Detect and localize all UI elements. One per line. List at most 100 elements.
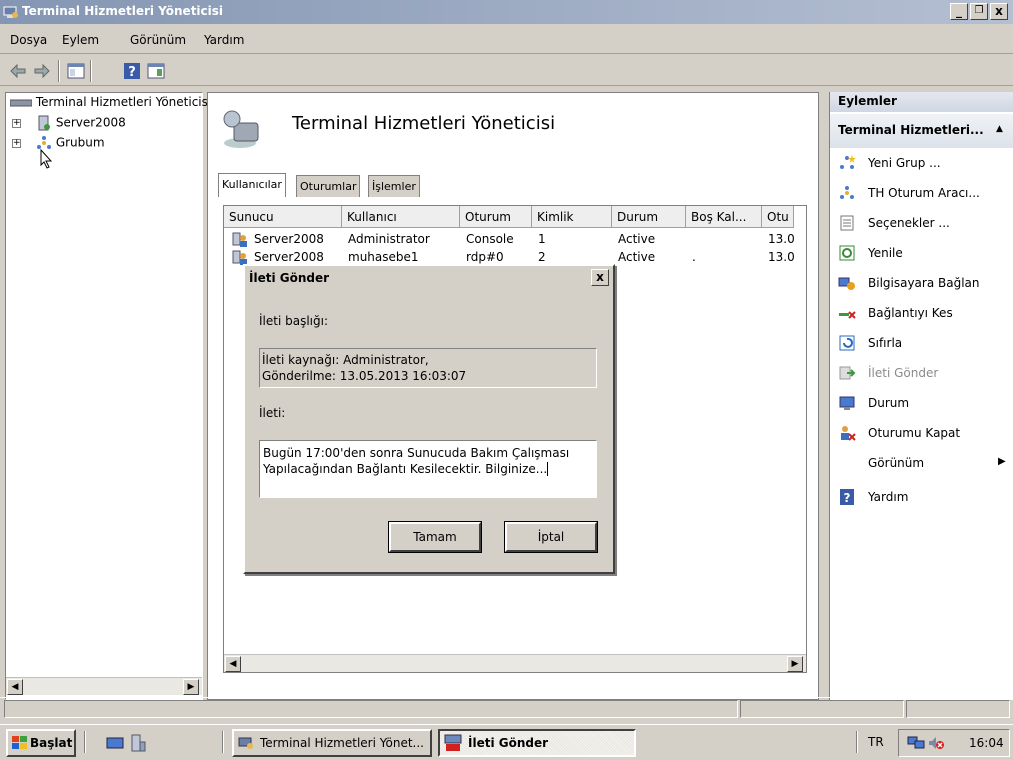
options-icon (840, 215, 854, 231)
column-header-kullanici[interactable]: Kullanıcı (342, 206, 460, 228)
cell-bos-kalma: . (692, 250, 696, 264)
task-label: İleti Gönder (468, 736, 549, 750)
tab-oturumlar[interactable]: Oturumlar (296, 175, 361, 197)
actions-header: Eylemler (830, 92, 1013, 112)
back-arrow-icon[interactable] (8, 61, 28, 81)
tree-item-label: Grubum (55, 135, 105, 150)
cell-durum: Active (618, 232, 656, 246)
submenu-arrow-icon: ▶ (998, 456, 1006, 467)
task-send-message[interactable]: İleti Gönder (438, 729, 636, 757)
minimize-button[interactable]: _ (950, 3, 968, 20)
message-textarea[interactable]: Bugün 17:00'den sonra Sunucuda Bakım Çal… (259, 440, 597, 498)
action-label: İleti Gönder (868, 366, 939, 380)
scroll-right-icon[interactable]: ▶ (787, 656, 803, 672)
cell-sunucu: Server2008 (254, 232, 324, 246)
status-bar (0, 697, 1013, 721)
action-label: TH Oturum Aracı... (868, 186, 980, 200)
refresh-icon (839, 245, 855, 261)
forward-arrow-icon[interactable] (32, 61, 52, 81)
send-message-dialog-icon (444, 734, 462, 751)
expand-icon[interactable]: + (12, 139, 21, 148)
tree-item-server2008[interactable]: Server2008 (36, 115, 126, 133)
page-title: Terminal Hizmetleri Yöneticisi (292, 113, 556, 134)
send-message-dialog[interactable]: İleti Gönder x İleti başlığı: İleti kayn… (243, 264, 615, 574)
taskbar-separator (84, 731, 86, 753)
dialog-title: İleti Gönder (249, 271, 330, 285)
volume-muted-icon[interactable] (927, 735, 945, 751)
text-caret (547, 462, 549, 476)
toolbar-separator (58, 60, 60, 82)
table-row[interactable]: Server2008 Administrator Console 1 Activ… (224, 230, 794, 248)
tree-horizontal-scrollbar[interactable]: ◀ ▶ (6, 677, 202, 695)
window-title-bar[interactable]: Terminal Hizmetleri Yöneticisi _ ❐ x (0, 0, 1013, 24)
column-header-kimlik[interactable]: Kimlik (532, 206, 612, 228)
windows-logo-icon (12, 736, 27, 749)
action-label: Görünüm (868, 456, 925, 470)
help-icon[interactable]: ? (122, 61, 142, 81)
server-manager-icon[interactable] (130, 734, 146, 752)
start-label: Başlat (30, 736, 73, 750)
task-label: Terminal Hizmetleri Yönet... (260, 736, 424, 750)
show-hide-action-pane-icon[interactable] (146, 61, 166, 81)
expand-icon[interactable]: + (12, 119, 21, 128)
scroll-left-icon[interactable]: ◀ (225, 656, 241, 672)
svg-text:?: ? (844, 491, 851, 505)
scroll-right-icon[interactable]: ▶ (183, 679, 199, 695)
message-line-2: Yapılacağından Bağlantı Kesilecektir. Bi… (263, 462, 548, 476)
start-button[interactable]: Başlat (6, 729, 76, 757)
cell-kimlik: 2 (538, 250, 546, 264)
actions-section-header[interactable]: Terminal Hizmetleri... ▲ (830, 114, 1013, 148)
menu-yardim[interactable]: Yardım (204, 33, 244, 47)
cell-kullanici: muhasebe1 (348, 250, 419, 264)
list-horizontal-scrollbar[interactable]: ◀ ▶ (224, 654, 806, 672)
tree-item-label: Server2008 (55, 115, 126, 130)
status-icon (839, 396, 855, 410)
column-header-durum[interactable]: Durum (612, 206, 686, 228)
toolbar: ? (0, 56, 1013, 86)
terminal-services-icon (238, 737, 253, 749)
maximize-button[interactable]: ❐ (970, 3, 988, 20)
logoff-icon (841, 426, 856, 441)
cancel-button[interactable]: İptal (504, 521, 598, 553)
tree-root[interactable]: Terminal Hizmetleri Yöneticisi (10, 95, 211, 113)
tree-root-label: Terminal Hizmetleri Yöneticisi (35, 95, 212, 109)
task-terminal-services-manager[interactable]: Terminal Hizmetleri Yönet... (232, 729, 432, 757)
column-header-sunucu[interactable]: Sunucu (224, 206, 342, 228)
menu-eylem[interactable]: Eylem (62, 33, 99, 47)
menu-bar: Dosya Eylem Görünüm Yardım (0, 26, 1013, 54)
menu-gorunum[interactable]: Görünüm (130, 33, 186, 47)
server-rack-icon (10, 99, 32, 106)
action-label: Sıfırla (868, 336, 903, 350)
terminal-services-manager-icon (223, 110, 259, 148)
collapse-up-icon[interactable]: ▲ (996, 124, 1003, 134)
system-tray: 16:04 (898, 729, 1010, 757)
language-indicator[interactable]: TR (868, 735, 884, 749)
tab-kullanicilar[interactable]: Kullanıcılar (218, 173, 286, 197)
terminal-services-icon (3, 6, 18, 18)
actions-pane: Eylemler Terminal Hizmetleri... ▲ Yeni G… (829, 92, 1013, 700)
network-icon[interactable] (907, 735, 925, 751)
scroll-left-icon[interactable]: ◀ (7, 679, 23, 695)
reset-icon (839, 335, 855, 351)
show-desktop-icon[interactable] (106, 735, 124, 751)
dialog-title-bar[interactable]: İleti Gönder x (245, 266, 613, 290)
column-header-bos-kalma[interactable]: Boş Kal... (686, 206, 762, 228)
show-hide-tree-icon[interactable] (66, 61, 86, 81)
tab-islemler[interactable]: İşlemler (368, 175, 420, 197)
menu-dosya[interactable]: Dosya (10, 33, 47, 47)
column-header-oturum[interactable]: Oturum (460, 206, 532, 228)
server-icon (38, 115, 50, 131)
column-header-oturum-acma[interactable]: Otu (762, 206, 794, 228)
clock[interactable]: 16:04 (969, 736, 1004, 750)
send-message-icon (839, 366, 856, 380)
ok-button[interactable]: Tamam (388, 521, 482, 553)
source-line-1: İleti kaynağı: Administrator, (262, 353, 429, 367)
user-session-icon (232, 232, 247, 247)
svg-text:?: ? (128, 65, 136, 80)
console-tree[interactable]: Terminal Hizmetleri Yöneticisi + Server2… (5, 92, 211, 700)
cell-kullanici: Administrator (348, 232, 430, 246)
status-panel (740, 700, 904, 718)
close-button[interactable]: x (990, 3, 1008, 20)
dialog-close-button[interactable]: x (591, 269, 609, 286)
cell-oturum-acma: 13.0 (768, 250, 794, 264)
